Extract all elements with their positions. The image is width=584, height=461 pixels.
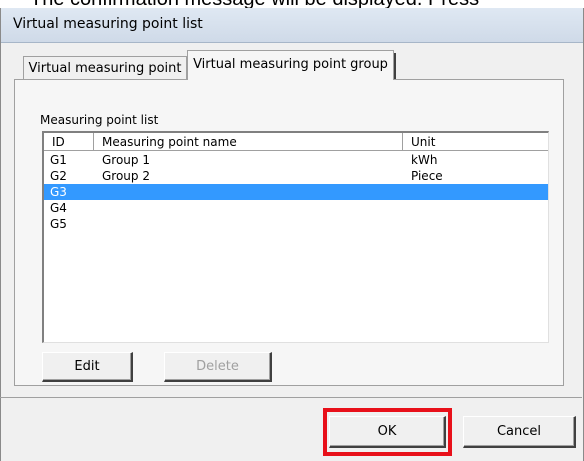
column-header-id[interactable]: ID xyxy=(44,133,94,151)
cancel-button[interactable]: Cancel xyxy=(463,416,576,448)
table-row[interactable]: G4 xyxy=(44,200,548,216)
cell-name xyxy=(96,184,102,200)
cell-name xyxy=(96,200,102,216)
cell-unit xyxy=(405,216,411,232)
column-header-unit[interactable]: Unit xyxy=(403,133,548,151)
cell-name xyxy=(96,216,102,232)
tab-label: Virtual measuring point group xyxy=(193,57,388,72)
list-body: G1 Group 1 kWh G2 Group 2 Piece G3 G4 G5 xyxy=(44,152,548,232)
table-row[interactable]: G1 Group 1 kWh xyxy=(44,152,548,168)
table-row[interactable]: G2 Group 2 Piece xyxy=(44,168,548,184)
title-bar[interactable]: Virtual measuring point list xyxy=(1,8,583,43)
tab-edge xyxy=(394,53,396,79)
cell-name: Group 1 xyxy=(102,153,150,167)
cell-name: Group 2 xyxy=(102,169,150,183)
list-header: ID Measuring point name Unit xyxy=(44,133,548,152)
cell-id: G5 xyxy=(50,217,67,231)
tab-virtual-measuring-point-group[interactable]: Virtual measuring point group xyxy=(187,50,396,80)
cell-id: G1 xyxy=(50,153,67,167)
cell-unit: Piece xyxy=(411,169,443,183)
cell-id: G2 xyxy=(50,169,67,183)
ok-button[interactable]: OK xyxy=(329,416,446,448)
delete-button[interactable]: Delete xyxy=(164,352,272,382)
cell-id: G3 xyxy=(50,185,67,199)
separator xyxy=(0,397,582,398)
cell-unit xyxy=(405,200,411,216)
cell-unit xyxy=(405,184,411,200)
column-header-name[interactable]: Measuring point name xyxy=(94,133,403,151)
cell-unit: kWh xyxy=(411,153,438,167)
measuring-point-listview[interactable]: ID Measuring point name Unit G1 Group 1 kW… xyxy=(42,131,549,343)
table-row[interactable]: G5 xyxy=(44,216,548,232)
window-title: Virtual measuring point list xyxy=(13,16,203,32)
edit-button[interactable]: Edit xyxy=(42,352,133,382)
cell-id: G4 xyxy=(50,201,67,215)
measuring-point-list-label: Measuring point list xyxy=(40,113,159,127)
table-row[interactable]: G3 xyxy=(44,184,548,200)
